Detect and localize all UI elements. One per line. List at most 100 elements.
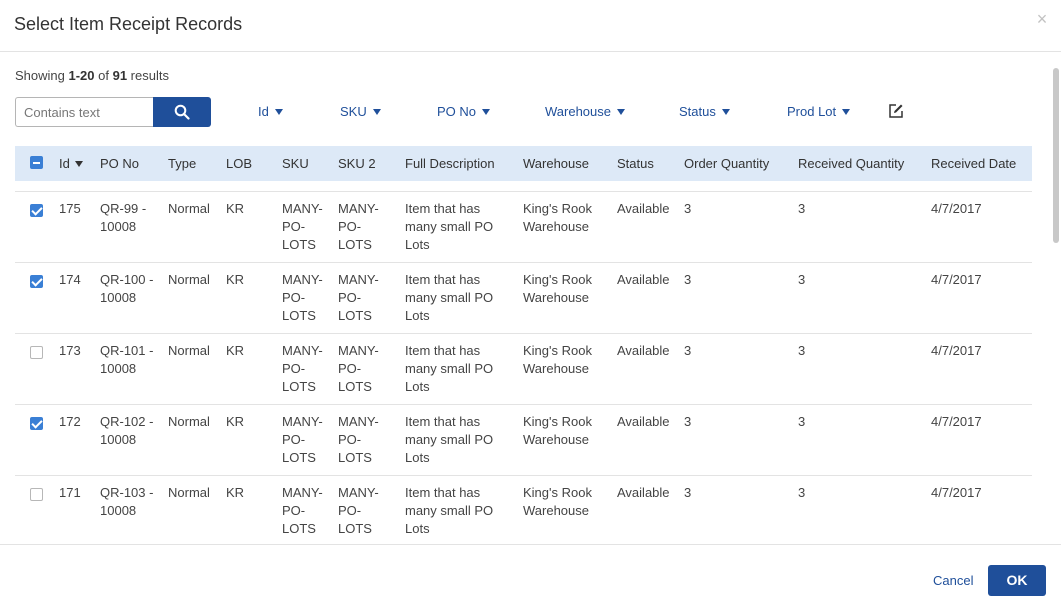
column-header-received-date[interactable]: Received Date: [931, 156, 1016, 171]
cell-lob: KR: [226, 201, 245, 216]
cell-line: PO-: [338, 290, 362, 305]
filter-po-no[interactable]: PO No: [437, 104, 491, 119]
close-icon[interactable]: ×: [1033, 10, 1051, 28]
cell-line: 10008: [100, 432, 137, 447]
cell-line: many small PO: [405, 432, 494, 447]
cell-line: MANY-: [282, 272, 323, 287]
search-input[interactable]: [15, 97, 153, 127]
cell-po-no: QR-101 - 10008: [100, 342, 153, 378]
cell-line: Item that has: [405, 485, 481, 500]
cell-order-qty: 3: [684, 343, 692, 358]
cell-line: MANY-: [338, 485, 379, 500]
table-row[interactable]: 172 QR-102 -10008 Normal KR MANY- PO- LOTS MANY…: [15, 404, 1032, 475]
cell-line: King's Rook: [523, 485, 592, 500]
filter-id[interactable]: Id: [258, 104, 283, 119]
cell-order-qty: 3: [684, 485, 692, 500]
cell-id: 175: [59, 201, 81, 216]
column-header-status[interactable]: Status: [617, 156, 654, 171]
column-header-order-qty[interactable]: Order Quantity: [684, 156, 769, 171]
cell-line: Warehouse: [523, 219, 589, 234]
filter-sku[interactable]: SKU: [340, 104, 381, 119]
cell-line: Lots: [405, 521, 430, 536]
cell-line: LOTS: [338, 521, 372, 536]
edit-columns-icon[interactable]: [888, 103, 904, 119]
caret-down-icon: [274, 109, 283, 115]
cell-received-date: 4/7/2017: [931, 414, 982, 429]
column-header-id[interactable]: Id: [59, 156, 83, 171]
cell-po-no: QR-102 - 10008: [100, 413, 153, 449]
column-header-sku[interactable]: SKU: [282, 156, 309, 171]
cell-sku2: MANY- PO- LOTS: [338, 342, 379, 396]
cell-line: many small PO: [405, 290, 494, 305]
column-header-warehouse[interactable]: Warehouse: [523, 156, 589, 171]
caret-down-icon: [372, 109, 381, 115]
cell-line: MANY-: [338, 343, 379, 358]
table-header: Id PO No Type LOB SKU SKU 2 Full Descrip…: [15, 146, 1032, 181]
select-all-checkbox[interactable]: [30, 156, 43, 169]
filter-label: SKU: [340, 104, 367, 119]
column-label: Id: [59, 156, 70, 171]
filter-label: Warehouse: [545, 104, 611, 119]
column-header-received-qty[interactable]: Received Quantity: [798, 156, 904, 171]
row-checkbox[interactable]: [30, 275, 43, 288]
cell-line: Item that has: [405, 343, 481, 358]
cancel-button[interactable]: Cancel: [933, 573, 973, 588]
results-summary: Showing 1-20 of 91 results: [15, 68, 169, 83]
cell-line: PO-: [282, 503, 306, 518]
cell-line: Lots: [405, 308, 430, 323]
row-checkbox[interactable]: [30, 204, 43, 217]
row-checkbox[interactable]: [30, 346, 43, 359]
column-header-description[interactable]: Full Description: [405, 156, 495, 171]
cell-line: MANY-: [338, 201, 379, 216]
filter-label: Status: [679, 104, 716, 119]
cell-received-qty: 3: [798, 343, 806, 358]
table-row[interactable]: 173 QR-101 -10008 Normal KR MANY- PO- LOTS MANY…: [15, 333, 1032, 404]
cell-line: MANY-: [282, 485, 323, 500]
cell-sku2: MANY- PO- LOTS: [338, 271, 379, 325]
cell-line: LOTS: [338, 308, 372, 323]
cell-line: Lots: [405, 450, 430, 465]
cell-status: Available: [617, 485, 670, 500]
filter-status[interactable]: Status: [679, 104, 730, 119]
vertical-scrollbar[interactable]: [1053, 68, 1059, 243]
cell-line: LOTS: [338, 379, 372, 394]
search-button[interactable]: [153, 97, 211, 127]
cell-line: 10008: [100, 219, 137, 234]
cell-line: QR-99 -: [100, 201, 147, 216]
cell-line: Item that has: [405, 272, 481, 287]
column-header-lob[interactable]: LOB: [226, 156, 252, 171]
cell-line: PO-: [338, 361, 362, 376]
cell-status: Available: [617, 201, 670, 216]
cell-type: Normal: [168, 485, 210, 500]
caret-down-icon: [617, 109, 625, 115]
cell-line: LOTS: [282, 379, 316, 394]
cell-lob: KR: [226, 272, 245, 287]
cell-line: PO-: [338, 219, 362, 234]
table-row[interactable]: 175 QR-99 -10008 Normal KR MANY- PO- LOTS MANY-…: [15, 191, 1032, 262]
cell-line: MANY-: [282, 201, 323, 216]
ok-button[interactable]: OK: [988, 565, 1046, 596]
filter-prod-lot[interactable]: Prod Lot: [787, 104, 851, 119]
cell-sku2: MANY- PO- LOTS: [338, 484, 379, 538]
row-checkbox[interactable]: [30, 417, 43, 430]
filter-warehouse[interactable]: Warehouse: [545, 104, 625, 119]
cell-received-date: 4/7/2017: [931, 343, 982, 358]
cell-id: 173: [59, 343, 81, 358]
cell-warehouse: King's Rook Warehouse: [523, 271, 592, 307]
row-checkbox[interactable]: [30, 488, 43, 501]
cell-lob: KR: [226, 414, 245, 429]
search-icon: [174, 104, 190, 120]
column-header-po-no[interactable]: PO No: [100, 156, 139, 171]
table-row[interactable]: 171 QR-103 -10008 Normal KR MANY- PO- LOTS MANY…: [15, 475, 1032, 544]
cell-line: 10008: [100, 503, 137, 518]
cell-line: Item that has: [405, 414, 481, 429]
cell-line: Lots: [405, 237, 430, 252]
column-header-sku2[interactable]: SKU 2: [338, 156, 376, 171]
cell-id: 172: [59, 414, 81, 429]
table-row[interactable]: 174 QR-100 -10008 Normal KR MANY- PO- LOTS MANY…: [15, 262, 1032, 333]
cell-line: LOTS: [338, 237, 372, 252]
cell-po-no: QR-103 - 10008: [100, 484, 153, 520]
cell-warehouse: King's Rook Warehouse: [523, 413, 592, 449]
cell-id: 171: [59, 485, 81, 500]
column-header-type[interactable]: Type: [168, 156, 196, 171]
